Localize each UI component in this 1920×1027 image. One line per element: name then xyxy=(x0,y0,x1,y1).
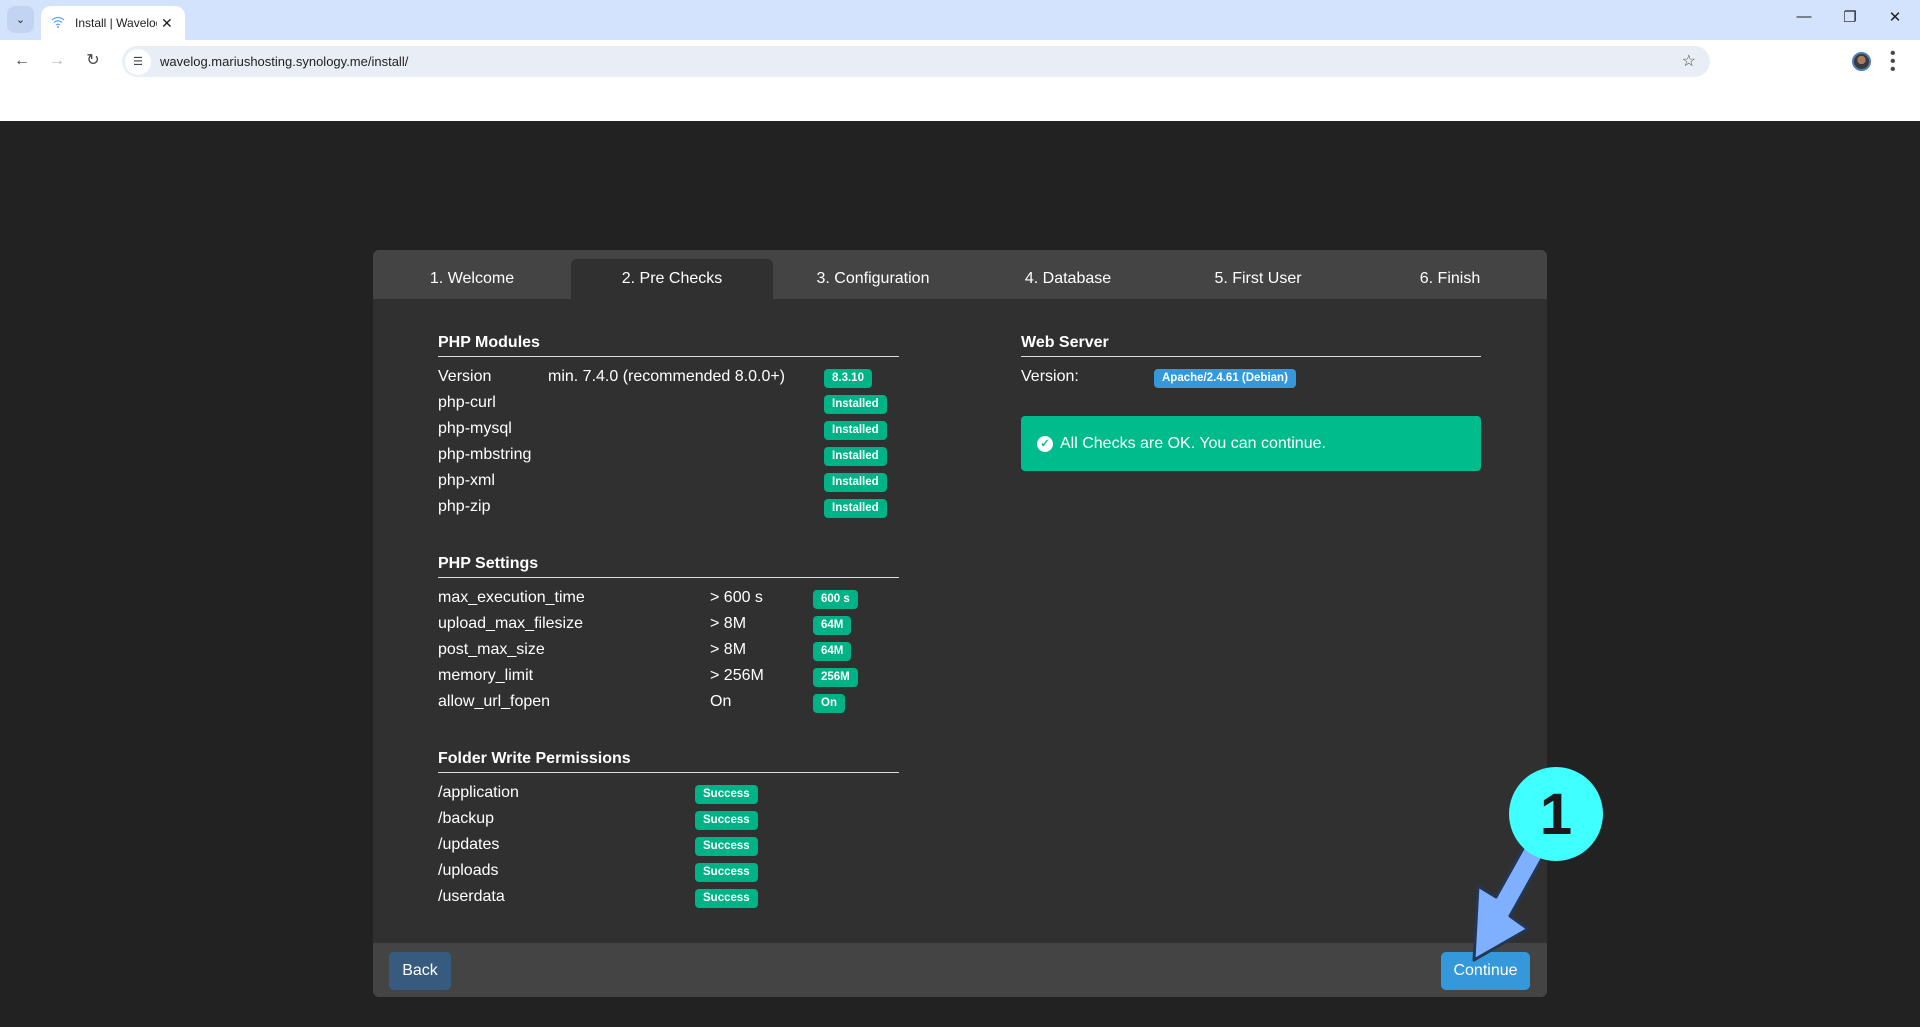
installer-card: 1. Welcome 2. Pre Checks 3. Configuratio… xyxy=(373,250,1547,997)
folder-status-badge: Success xyxy=(695,889,758,908)
module-name: php-mbstring xyxy=(438,446,532,463)
module-status-badge: Installed xyxy=(824,447,887,466)
php-version-badge: 8.3.10 xyxy=(824,369,872,388)
module-status-badge: Installed xyxy=(824,499,887,518)
setting-requirement: On xyxy=(710,693,732,710)
folder-status-badge: Success xyxy=(695,863,758,882)
minimize-button[interactable]: — xyxy=(1789,8,1819,25)
tab-title: Install | Wavelog xyxy=(75,16,157,30)
star-icon[interactable]: ☆ xyxy=(1682,51,1696,71)
browser-toolbar: ← → ↻ ☰ wavelog.mariushosting.synology.m… xyxy=(0,40,1920,81)
browser-tabstrip: ⌄ Install | Wavelog ✕ — ❐ ✕ xyxy=(0,0,1920,40)
module-status-badge: Installed xyxy=(824,473,887,492)
section-divider xyxy=(438,577,899,578)
alert-message: All Checks are OK. You can continue. xyxy=(1060,434,1326,452)
section-divider xyxy=(438,772,899,773)
folder-status-badge: Success xyxy=(695,785,758,804)
php-version-requirement: min. 7.4.0 (recommended 8.0.0+) xyxy=(548,368,786,385)
setting-value-badge: 64M xyxy=(813,616,852,635)
setting-name: memory_limit xyxy=(438,667,534,684)
folder-path: /uploads xyxy=(438,862,499,879)
setting-name: post_max_size xyxy=(438,641,545,658)
reload-button[interactable]: ↻ xyxy=(81,49,105,73)
setting-requirement: > 600 s xyxy=(710,589,763,606)
wifi-icon xyxy=(51,16,67,31)
php-version-label: Version xyxy=(438,368,492,385)
module-name: php-xml xyxy=(438,472,495,489)
folder-status-badge: Success xyxy=(695,811,758,830)
setting-name: allow_url_fopen xyxy=(438,693,551,710)
setting-requirement: > 8M xyxy=(710,615,747,632)
php-settings-title: PHP Settings xyxy=(438,555,539,572)
page-top-bar xyxy=(0,81,1920,121)
arrow-left-icon: ← xyxy=(14,52,30,69)
web-server-title: Web Server xyxy=(1021,334,1109,351)
back-button[interactable]: Back xyxy=(389,952,451,990)
setting-value-badge: 64M xyxy=(813,642,852,661)
steps-nav: 1. Welcome 2. Pre Checks 3. Configuratio… xyxy=(373,250,1547,299)
tune-icon[interactable]: ☰ xyxy=(125,48,151,75)
folder-path: /backup xyxy=(438,810,495,827)
folder-permissions-title: Folder Write Permissions xyxy=(438,750,631,767)
profile-avatar[interactable] xyxy=(1852,52,1871,71)
window-close-button[interactable]: ✕ xyxy=(1880,8,1910,26)
web-server-version-badge: Apache/2.4.61 (Debian) xyxy=(1154,369,1296,388)
setting-requirement: > 8M xyxy=(710,641,747,658)
tab-search-button[interactable]: ⌄ xyxy=(7,6,34,33)
success-alert: ✓ All Checks are OK. You can continue. xyxy=(1021,416,1481,471)
folder-path: /application xyxy=(438,784,519,801)
php-modules-title: PHP Modules xyxy=(438,334,540,351)
module-name: php-curl xyxy=(438,394,496,411)
restore-button[interactable]: ❐ xyxy=(1835,8,1865,26)
tab-configuration[interactable]: 3. Configuration xyxy=(773,259,973,299)
tab-first-user[interactable]: 5. First User xyxy=(1163,259,1353,299)
section-divider xyxy=(1021,356,1481,357)
close-icon[interactable]: ✕ xyxy=(161,15,173,32)
setting-value-badge: 600 s xyxy=(813,590,858,609)
setting-name: upload_max_filesize xyxy=(438,615,583,632)
forward-nav-button[interactable]: → xyxy=(45,49,69,73)
setting-requirement: > 256M xyxy=(710,667,764,684)
folder-path: /userdata xyxy=(438,888,505,905)
web-server-version-label: Version: xyxy=(1021,368,1079,385)
folder-status-badge: Success xyxy=(695,837,758,856)
back-nav-button[interactable]: ← xyxy=(10,49,34,73)
address-bar[interactable]: ☰ wavelog.mariushosting.synology.me/inst… xyxy=(122,46,1710,77)
more-vertical-icon[interactable]: • • • xyxy=(1890,46,1896,78)
module-status-badge: Installed xyxy=(824,421,887,440)
chevron-down-icon: ⌄ xyxy=(15,14,26,26)
browser-tab[interactable]: Install | Wavelog ✕ xyxy=(41,6,185,40)
continue-button[interactable]: Continue xyxy=(1441,952,1530,990)
tab-finish[interactable]: 6. Finish xyxy=(1353,259,1547,299)
tab-welcome[interactable]: 1. Welcome xyxy=(373,259,571,299)
module-status-badge: Installed xyxy=(824,395,887,414)
card-footer: Back Continue xyxy=(373,943,1547,997)
setting-name: max_execution_time xyxy=(438,589,585,606)
setting-value-badge: On xyxy=(813,694,845,713)
module-name: php-zip xyxy=(438,498,491,515)
tab-database[interactable]: 4. Database xyxy=(973,259,1163,299)
folder-path: /updates xyxy=(438,836,500,853)
setting-value-badge: 256M xyxy=(813,668,858,687)
arrow-right-icon: → xyxy=(49,52,65,69)
url-text[interactable]: wavelog.mariushosting.synology.me/instal… xyxy=(160,54,408,69)
section-divider xyxy=(438,356,899,357)
module-name: php-mysql xyxy=(438,420,512,437)
reload-icon: ↻ xyxy=(86,52,100,69)
tab-pre-checks[interactable]: 2. Pre Checks xyxy=(571,259,773,299)
check-circle-icon: ✓ xyxy=(1037,435,1053,452)
